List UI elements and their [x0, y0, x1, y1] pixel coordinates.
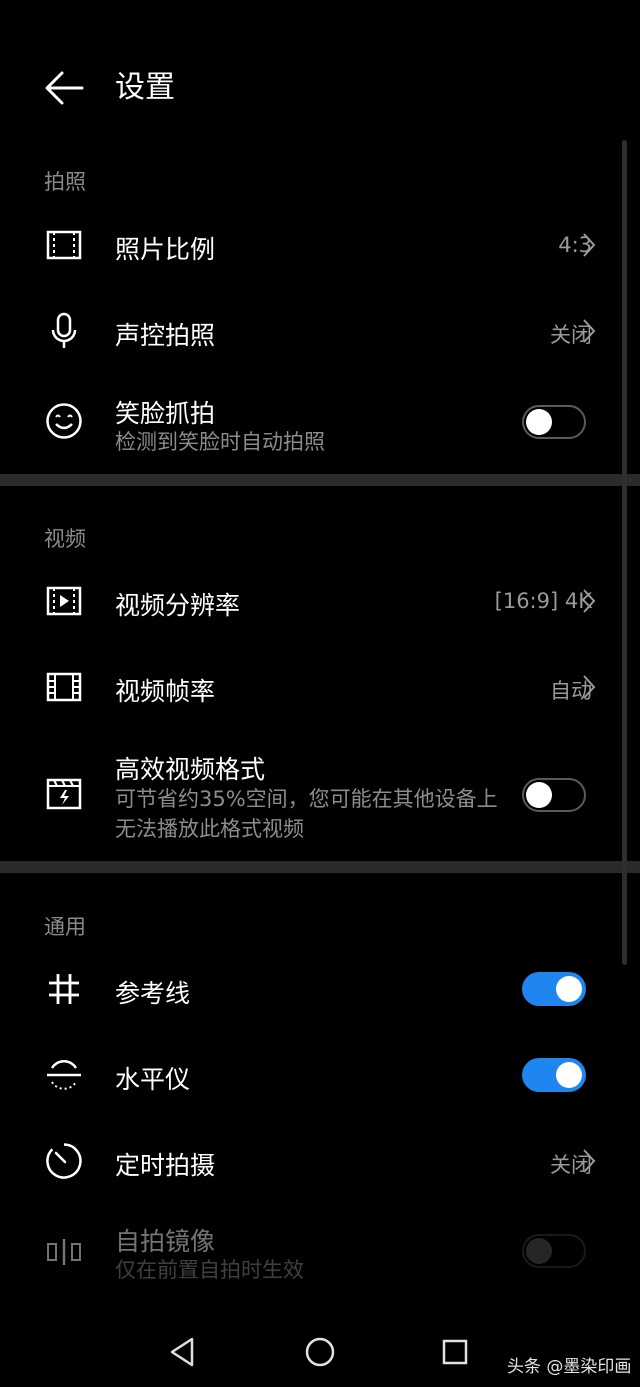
watermark: 头条 @墨染印画	[507, 1357, 632, 1377]
setting-label: 定时拍摄	[115, 1151, 216, 1180]
chevron-right-icon	[583, 589, 596, 613]
section-label-photo: 拍照	[44, 170, 86, 194]
efficient-format-toggle[interactable]	[522, 778, 586, 812]
microphone-icon	[44, 311, 84, 351]
section-label-video: 视频	[44, 527, 86, 551]
setting-label: 视频帧率	[115, 677, 216, 706]
chevron-right-icon	[583, 233, 596, 257]
nav-home-button[interactable]	[302, 1334, 338, 1370]
setting-smile-capture[interactable]: 笑脸抓拍 检测到笑脸时自动拍照	[0, 380, 640, 470]
setting-timer[interactable]: 定时拍摄 关闭	[0, 1126, 640, 1196]
mirror-icon	[44, 1232, 84, 1272]
setting-description: 仅在前置自拍时生效	[115, 1258, 304, 1282]
setting-label: 笑脸抓拍	[115, 399, 216, 428]
triangle-back-icon	[170, 1337, 194, 1367]
setting-grid-lines[interactable]: 参考线	[0, 954, 640, 1024]
grid-icon	[44, 969, 84, 1009]
setting-photo-ratio[interactable]: 照片比例 4:3	[0, 210, 640, 280]
setting-level[interactable]: 水平仪	[0, 1040, 640, 1110]
setting-voice-capture[interactable]: 声控拍照 关闭	[0, 296, 640, 366]
aspect-ratio-icon	[44, 225, 84, 265]
app-header: 设置	[0, 0, 640, 175]
setting-video-resolution[interactable]: 视频分辨率 [16:9] 4K	[0, 566, 640, 636]
chevron-right-icon	[583, 675, 596, 699]
selfie-mirror-toggle	[522, 1234, 586, 1268]
setting-efficient-video-format[interactable]: 高效视频格式 可节省约35%空间，您可能在其他设备上无法播放此格式视频	[0, 738, 640, 850]
setting-description: 可节省约35%空间，您可能在其他设备上无法播放此格式视频	[115, 787, 498, 841]
setting-label: 自拍镜像	[115, 1227, 216, 1256]
nav-recents-button[interactable]	[437, 1334, 473, 1370]
scrollbar[interactable]	[622, 140, 627, 965]
smile-capture-toggle[interactable]	[522, 405, 586, 439]
section-divider	[0, 474, 640, 486]
setting-label: 高效视频格式	[115, 755, 266, 784]
setting-label: 视频分辨率	[115, 591, 241, 620]
arrow-left-icon	[45, 71, 84, 105]
setting-selfie-mirror: 自拍镜像 仅在前置自拍时生效	[0, 1208, 640, 1298]
setting-label: 水平仪	[115, 1065, 191, 1094]
level-toggle[interactable]	[522, 1058, 586, 1092]
setting-label: 声控拍照	[115, 321, 216, 350]
setting-video-framerate[interactable]: 视频帧率 自动	[0, 652, 640, 722]
circle-home-icon	[305, 1337, 335, 1367]
section-label-general: 通用	[44, 915, 86, 939]
setting-label: 参考线	[115, 979, 191, 1008]
section-divider	[0, 861, 640, 873]
film-frame-icon	[44, 667, 84, 707]
setting-description: 检测到笑脸时自动拍照	[115, 430, 325, 454]
page-title: 设置	[115, 70, 175, 105]
back-button[interactable]	[40, 64, 88, 112]
nav-back-button[interactable]	[164, 1334, 200, 1370]
video-resolution-icon	[44, 581, 84, 621]
efficient-format-icon	[44, 774, 84, 814]
smile-icon	[44, 401, 84, 441]
grid-lines-toggle[interactable]	[522, 972, 586, 1006]
setting-value: [16:9] 4K	[494, 589, 592, 613]
square-recents-icon	[442, 1339, 468, 1365]
level-icon	[44, 1055, 84, 1095]
setting-label: 照片比例	[115, 235, 216, 264]
chevron-right-icon	[583, 1149, 596, 1173]
chevron-right-icon	[583, 319, 596, 343]
timer-icon	[44, 1141, 84, 1181]
